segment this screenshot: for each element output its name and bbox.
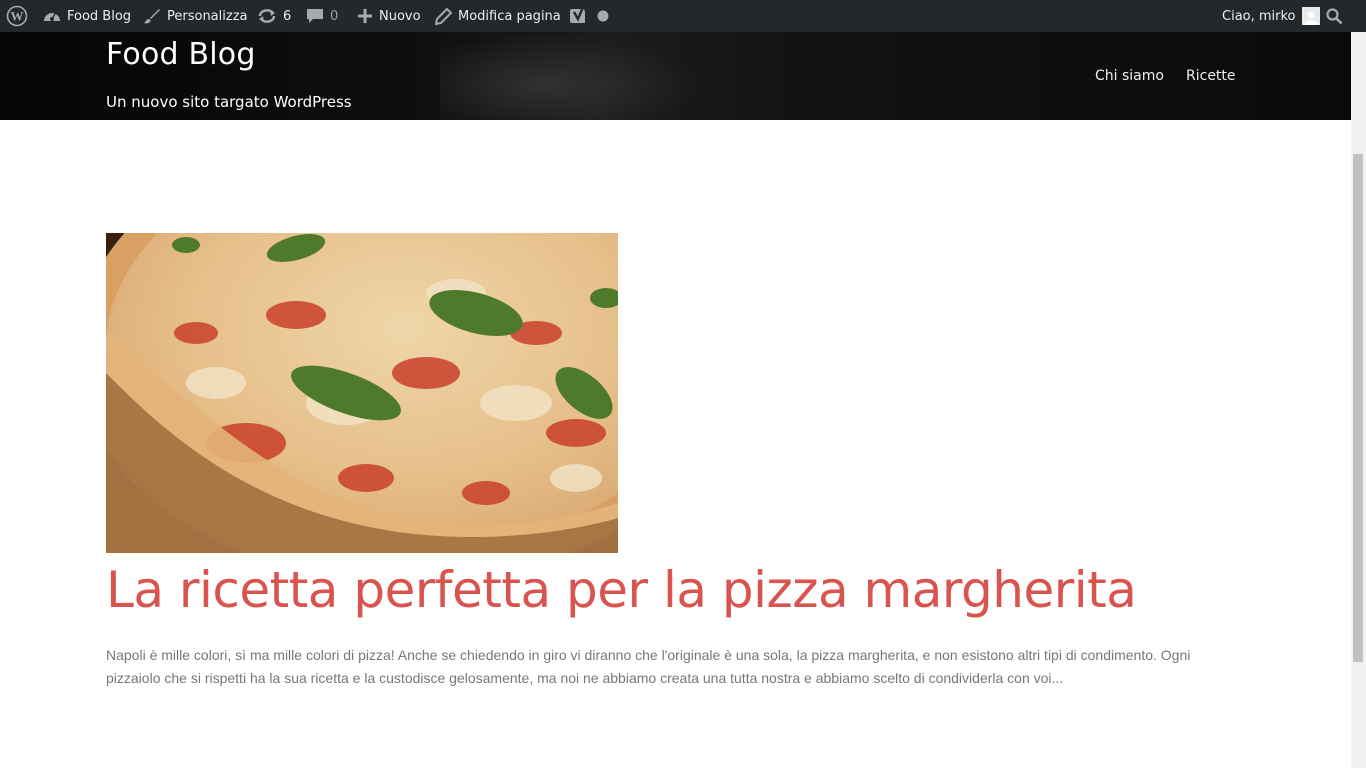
customize-label: Personalizza xyxy=(167,8,248,24)
account-menu[interactable]: Ciao, mirko xyxy=(1222,0,1320,32)
edit-page-label: Modifica pagina xyxy=(458,8,561,24)
post-excerpt: Napoli è mille colori, sì ma mille color… xyxy=(106,647,1191,686)
site-name-menu[interactable]: Food Blog xyxy=(43,0,131,32)
nav-item-ricette[interactable]: Ricette xyxy=(1186,68,1236,84)
greeting-label: Ciao, mirko xyxy=(1222,8,1296,24)
refresh-icon xyxy=(257,8,277,24)
nav-item-chi-siamo[interactable]: Chi siamo xyxy=(1095,68,1164,84)
updates-count: 6 xyxy=(283,8,292,24)
admin-search-button[interactable] xyxy=(1326,0,1349,32)
post-featured-image[interactable] xyxy=(106,233,618,553)
svg-text:W: W xyxy=(11,9,24,24)
comments-count: 0 xyxy=(330,8,339,24)
brush-icon xyxy=(143,7,161,25)
site-header: Food Blog Un nuovo sito targato WordPres… xyxy=(0,32,1351,120)
site-tagline: Un nuovo sito targato WordPress xyxy=(106,93,352,111)
edit-page-link[interactable]: Modifica pagina xyxy=(435,0,561,32)
yoast-icon xyxy=(568,6,588,26)
plus-icon xyxy=(357,8,373,24)
scrollbar-thumb[interactable] xyxy=(1353,154,1363,662)
page-scrollbar[interactable] xyxy=(1351,32,1366,768)
new-content-label: Nuovo xyxy=(379,8,421,24)
pizza-margherita-photo xyxy=(106,233,618,553)
post-title[interactable]: La ricetta perfetta per la pizza margher… xyxy=(106,558,1137,623)
yoast-seo-menu[interactable] xyxy=(568,0,594,32)
admin-bar: W Food Blog Personalizza 6 0 Nuovo Modif… xyxy=(0,0,1366,32)
dashboard-icon xyxy=(43,8,61,24)
comment-icon xyxy=(306,8,324,24)
site-name-label: Food Blog xyxy=(67,8,132,24)
new-content-menu[interactable]: Nuovo xyxy=(357,0,421,32)
site-title[interactable]: Food Blog xyxy=(106,37,256,72)
search-icon xyxy=(1326,7,1343,25)
avatar-icon xyxy=(1301,7,1320,25)
pencil-icon xyxy=(435,7,452,25)
status-dot-icon xyxy=(597,10,609,22)
wordpress-logo-icon: W xyxy=(6,5,28,27)
comments-link[interactable]: 0 xyxy=(306,0,338,32)
seo-status-indicator[interactable] xyxy=(597,0,615,32)
updates-link[interactable]: 6 xyxy=(257,0,291,32)
wordpress-menu[interactable]: W xyxy=(6,0,34,32)
customize-link[interactable]: Personalizza xyxy=(143,0,248,32)
